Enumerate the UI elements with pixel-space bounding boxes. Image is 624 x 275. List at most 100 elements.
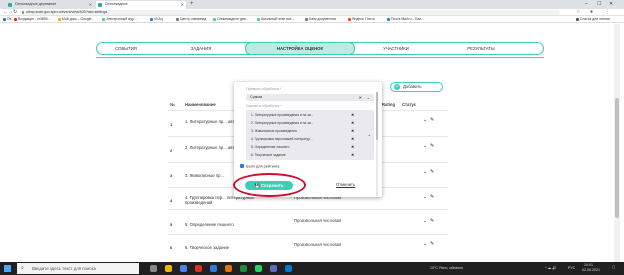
bookmark-item[interactable]: Центр олимпиад bbox=[176, 17, 206, 22]
tab-participants[interactable]: УЧАСТНИКИ bbox=[367, 43, 425, 54]
bookmark-item[interactable]: Мой диск – Google... bbox=[58, 17, 94, 22]
bookmark-item[interactable]: Олимпиадное дви... bbox=[213, 17, 248, 22]
row-divider bbox=[168, 234, 448, 235]
minimize-icon[interactable]: – bbox=[585, 1, 588, 7]
bookmark-item[interactable]: Яндекс. Почта bbox=[348, 17, 375, 22]
chevron-down-icon[interactable]: ⌄ bbox=[423, 218, 427, 224]
score-chip[interactable]: 5. Определение лишнего ✖ bbox=[248, 144, 356, 150]
row-number: 1 bbox=[170, 122, 173, 127]
bookmark-favicon-icon bbox=[14, 17, 17, 21]
language-indicator[interactable]: РУС bbox=[568, 266, 575, 271]
file-explorer-icon[interactable] bbox=[165, 265, 172, 272]
score-chip[interactable]: 2. Литературные произведения и на за... ✖ bbox=[248, 120, 356, 126]
bookmark-item[interactable]: Банк документов bbox=[305, 17, 336, 22]
browser-tab-bar: Оплонкадное дерхвание ✕ Оплонкадное ✕ + … bbox=[0, 0, 624, 9]
column-header-name: Наименование bbox=[185, 102, 216, 107]
bookmark-favicon-icon bbox=[176, 17, 179, 21]
edit-icon[interactable]: ✎ bbox=[430, 194, 434, 200]
chevron-down-icon[interactable]: ⌄ bbox=[423, 169, 427, 175]
profile-icon[interactable]: ● bbox=[590, 9, 593, 16]
bookmark-favicon-icon bbox=[150, 17, 153, 21]
remove-chip-icon[interactable]: ✖ bbox=[351, 152, 354, 158]
weather-text[interactable]: 10°C Ясно, облачно bbox=[430, 266, 463, 271]
notifications-icon[interactable]: ▢ bbox=[612, 265, 615, 270]
modal-scrollbar[interactable] bbox=[376, 92, 378, 196]
tab-grading-settings[interactable]: НАСТРОЙКА ОЦЕНОК bbox=[245, 42, 355, 55]
tab-events[interactable]: СОБЫТИЯ bbox=[105, 43, 147, 54]
taskbar: ⌕ Введите здесь текст для поиска 10°C Яс… bbox=[0, 262, 624, 275]
row-divider bbox=[168, 209, 448, 210]
rule-type-select[interactable]: Сумма ✕ ⌄ bbox=[246, 94, 374, 101]
checkbox-checked-icon[interactable] bbox=[240, 164, 244, 168]
bookmark-item[interactable]: Школьный этап все... bbox=[257, 17, 294, 22]
page-scrollbar[interactable] bbox=[614, 24, 620, 262]
chevron-down-icon[interactable]: ⌄ bbox=[423, 143, 427, 149]
edit-icon[interactable]: ✎ bbox=[430, 143, 434, 149]
bookmark-item[interactable]: Электронный жур... bbox=[102, 17, 137, 22]
chevron-down-icon[interactable]: ⌄ bbox=[423, 117, 427, 123]
browser-tab-2[interactable]: Оплонкадное ✕ bbox=[96, 1, 186, 9]
powerpoint-icon[interactable] bbox=[225, 265, 232, 272]
score-chip[interactable]: 1. Литературные произведения и на за... ✖ bbox=[248, 112, 356, 118]
bookmark-item[interactable]: VKAq bbox=[150, 17, 163, 22]
edit-icon[interactable]: ✎ bbox=[430, 218, 434, 224]
excel-icon[interactable] bbox=[240, 265, 247, 272]
edit-icon[interactable]: ✎ bbox=[430, 169, 434, 175]
tab-results[interactable]: РЕЗУЛЬТАТЫ bbox=[447, 43, 515, 54]
whatsapp-icon[interactable] bbox=[255, 265, 262, 272]
chevron-down-icon[interactable]: ⌄ bbox=[367, 94, 370, 101]
bookmark-item[interactable]: Входящие - m3895... bbox=[14, 17, 50, 22]
cancel-button[interactable]: Отменить bbox=[336, 182, 355, 187]
remove-chip-icon[interactable]: ✖ bbox=[351, 128, 354, 134]
edit-icon[interactable]: ✎ bbox=[430, 241, 434, 247]
edit-icon[interactable]: ✎ bbox=[430, 117, 434, 123]
bookmark-favicon-icon bbox=[213, 17, 216, 21]
remove-chip-icon[interactable]: ✖ bbox=[351, 144, 354, 150]
edge-icon[interactable] bbox=[285, 265, 292, 272]
row-number: 6 bbox=[170, 245, 173, 250]
taskbar-search-input[interactable]: ⌕ Введите здесь текст для поиска bbox=[17, 263, 139, 274]
score-chip[interactable]: 6. Творческое задание ✖ bbox=[248, 152, 356, 158]
bookmark-item[interactable]: Почта Mail.ru – Бан... bbox=[387, 17, 424, 22]
chevron-down-icon[interactable]: ⌄ bbox=[423, 194, 427, 200]
menu-icon[interactable]: ⋮ bbox=[605, 9, 610, 16]
nav-divider bbox=[96, 57, 544, 58]
url-field[interactable]: olimp.kodir.gov.spb.ru/event/view/405?ta… bbox=[20, 10, 560, 15]
add-button[interactable]: + Добавить bbox=[390, 82, 443, 92]
browser-tab-1[interactable]: Оплонкадное дерхвание ✕ bbox=[6, 1, 94, 9]
row-type: Произвольная числовая bbox=[294, 242, 342, 247]
tray-icons[interactable]: ^ ☁ 🔊 bbox=[545, 266, 557, 271]
bookmark-item[interactable]: ОК bbox=[3, 17, 12, 22]
task-view-icon[interactable] bbox=[150, 265, 157, 272]
close-window-icon[interactable]: ✕ bbox=[609, 1, 613, 7]
word-icon[interactable] bbox=[210, 265, 217, 272]
row-type: Произвольная числовая bbox=[294, 218, 342, 223]
yandex-icon[interactable] bbox=[195, 265, 202, 272]
tab-favicon bbox=[98, 3, 102, 7]
tab-tasks[interactable]: ЗАДАНИЯ bbox=[175, 43, 227, 54]
score-chip[interactable]: 3. Живописные произведения ✖ bbox=[248, 128, 356, 134]
search-icon: ⌕ bbox=[21, 265, 24, 271]
clear-icon[interactable]: ✕ bbox=[359, 94, 362, 101]
tab-close-icon[interactable]: ✕ bbox=[181, 2, 184, 7]
chevron-down-icon[interactable]: ⌄ bbox=[423, 241, 427, 247]
new-tab-button[interactable]: + bbox=[190, 1, 194, 7]
reload-icon[interactable]: ↻ bbox=[13, 9, 17, 16]
clock-date[interactable]: 02.09.2021 bbox=[582, 268, 600, 273]
chevron-down-icon[interactable]: ⌄ bbox=[368, 132, 371, 137]
remove-chip-icon[interactable]: ✖ bbox=[351, 120, 354, 126]
scores-multiselect[interactable]: 1. Литературные произведения и на за... ✖… bbox=[246, 110, 374, 160]
windows-start-icon[interactable] bbox=[4, 265, 11, 272]
rating-checkbox[interactable]: Балл для рейтинга bbox=[240, 164, 279, 169]
tab-close-icon[interactable]: ✕ bbox=[89, 2, 92, 7]
maximize-icon[interactable]: ☐ bbox=[597, 1, 601, 7]
chrome-icon[interactable] bbox=[180, 265, 187, 272]
teams-icon[interactable] bbox=[270, 265, 277, 272]
star-icon[interactable]: ☆ bbox=[576, 9, 580, 16]
bookmark-favicon-icon bbox=[102, 17, 105, 21]
bookmark-item[interactable]: Список для чтения bbox=[576, 17, 610, 22]
score-chip[interactable]: 4. Группировка персонажей литератур... ✖ bbox=[248, 136, 356, 142]
bookmark-favicon-icon bbox=[58, 17, 61, 21]
remove-chip-icon[interactable]: ✖ bbox=[351, 112, 354, 118]
remove-chip-icon[interactable]: ✖ bbox=[351, 136, 354, 142]
